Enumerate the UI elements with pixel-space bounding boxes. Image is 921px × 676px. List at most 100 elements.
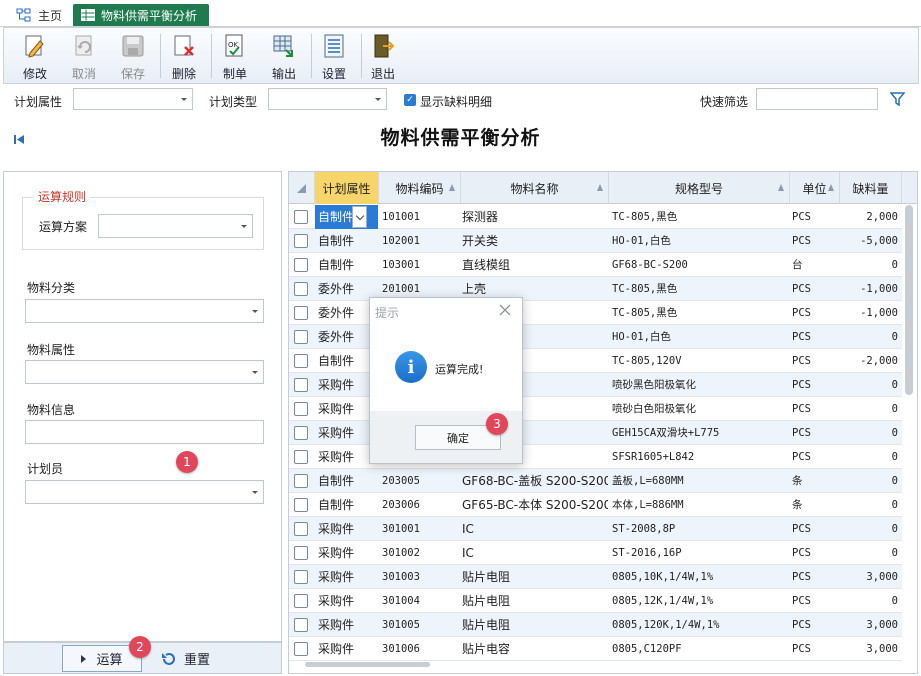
reset-button[interactable]: 重置 [160,645,230,672]
table-cell: 喷砂黑色阳极氧化 [612,379,696,391]
vertical-scrollbar[interactable] [905,205,913,395]
row-checkbox[interactable] [294,234,308,248]
sort-icon [449,184,455,191]
col-header-label: 物料编码 [395,181,444,196]
table-row[interactable]: 自制件 203005 GF68-BC-盖板 S200-S200 盖板,L=680MM 条… [289,469,902,493]
table-cell: 本体,L=886MM [612,499,684,511]
quick-filter-input[interactable] [756,88,878,110]
row-checkbox[interactable] [294,474,308,488]
table-cell: 台 [792,259,803,271]
table-row[interactable]: 自制件 102001 开关类 HO-01,白色 PCS -5,000 [289,229,902,253]
col-header-label: 物料名称 [510,181,559,196]
col-header-name[interactable]: 物料名称 [461,172,609,204]
plan-type-select[interactable] [268,88,387,110]
table-cell: TC-805,黑色 [612,283,678,295]
table-cell: 203006 [382,499,420,511]
chevron-down-icon [246,481,263,503]
row-checkbox[interactable] [294,498,308,512]
show-shortage-checkbox[interactable]: ✓ [404,94,416,106]
filter-bar: 计划属性 计划类型 ✓ 显示缺料明细 快速筛选 [3,84,919,116]
table-row[interactable]: 采购件 301001 IC ST-2008,8P PCS 0 [289,517,902,541]
row-checkbox[interactable] [294,546,308,560]
col-header-spec[interactable]: 规格型号 [609,172,790,204]
row-checkbox[interactable] [294,378,308,392]
col-header-code[interactable]: 物料编码 [379,172,461,204]
info-label: 物料信息 [27,403,76,417]
exit-button[interactable]: 退出 [359,30,407,82]
table-cell: 0805,12K,1/4W,1% [612,595,714,607]
row-checkbox[interactable] [294,330,308,344]
row-checkbox[interactable] [294,618,308,632]
row-checkbox[interactable] [294,354,308,368]
close-icon[interactable] [498,303,512,317]
table-row[interactable]: 采购件 301004 贴片电阻 0805,12K,1/4W,1% PCS 0 [289,589,902,613]
table-cell: PCS [792,619,811,631]
planner-select[interactable] [25,480,264,504]
select-all-corner[interactable] [289,172,315,204]
attr-select[interactable] [25,360,264,384]
scheme-select[interactable] [98,214,253,238]
horizontal-scrollbar[interactable] [305,662,430,667]
edit-button[interactable]: 修改 [11,30,59,82]
dialog-title: 提示 [375,306,400,320]
table-row[interactable]: 自制件 103001 直线模组 GF68-BC-S200 台 0 [289,253,902,277]
col-header-label: 计划属性 [322,181,371,196]
table-cell: 贴片电阻 [462,570,511,584]
info-input[interactable] [25,420,264,444]
table-cell: 0 [891,475,898,487]
table-row[interactable]: 采购件 301005 贴片电阻 0805,120K,1/4W,1% PCS 3,000 [289,613,902,637]
table-cell: GEH15CA双滑块+L775 [612,427,720,439]
table-cell: 采购件 [318,594,355,608]
settings-button[interactable]: 设置 [310,30,358,82]
svg-text:OK: OK [228,41,239,49]
row-checkbox[interactable] [294,594,308,608]
row-checkbox[interactable] [294,570,308,584]
row-checkbox[interactable] [294,306,308,320]
table-cell: PCS [792,283,811,295]
table-row[interactable]: 自制件 203006 GF65-BC-本体 S200-S200 本体,L=886MM 条… [289,493,902,517]
chevron-down-icon [369,89,386,109]
col-header-unit[interactable]: 单位 [790,172,840,204]
table-cell: 贴片电阻 [462,618,511,632]
col-header-plan-attr[interactable]: 计划属性 [315,172,379,204]
delete-icon [174,35,194,56]
row-checkbox[interactable] [294,210,308,224]
col-header-shortage[interactable]: 缺料量 [840,172,902,204]
table-row[interactable]: 采购件 301002 IC ST-2016,16P PCS 0 [289,541,902,565]
col-header-label: 缺料量 [852,181,889,196]
category-select[interactable] [25,299,264,323]
row-checkbox[interactable] [294,402,308,416]
table-cell: PCS [792,235,811,247]
tab-material-balance[interactable]: 物料供需平衡分析 [73,4,209,26]
table-row[interactable]: 采购件 301006 贴片电容 0805,C120PF PCS 3,000 [289,637,902,661]
row-checkbox[interactable] [294,642,308,656]
info-icon: i [395,351,427,383]
table-cell[interactable]: 自制件 [315,205,378,229]
table-icon [81,9,95,21]
cancel-button[interactable]: 取消 [60,30,108,82]
tab-home-label: 主页 [38,8,63,23]
table-cell: 0 [891,523,898,535]
table-cell: 0805,C120PF [612,643,682,655]
filter-icon[interactable] [890,92,905,106]
table-row[interactable]: 采购件 301003 贴片电阻 0805,10K,1/4W,1% PCS 3,000 [289,565,902,589]
sort-icon [778,184,784,191]
export-button[interactable]: 输出 [260,30,308,82]
plan-attr-select[interactable] [73,88,193,110]
row-checkbox[interactable] [294,450,308,464]
corner-triangle-icon [297,183,306,193]
save-button[interactable]: 保存 [109,30,157,82]
table-cell: 0 [891,379,898,391]
row-checkbox[interactable] [294,426,308,440]
delete-button[interactable]: 删除 [160,30,208,82]
table-cell: 自制件 [318,498,355,512]
row-checkbox[interactable] [294,258,308,272]
planner-label: 计划员 [27,462,64,476]
make-order-button[interactable]: OK 制单 [211,30,259,82]
tab-home[interactable]: 主页 [8,4,70,26]
table-row[interactable]: 自制件 101001 探测器 TC-805,黑色 PCS 2,000 [289,205,902,229]
row-checkbox[interactable] [294,282,308,296]
chevron-down-icon[interactable] [352,206,367,228]
table-cell: 3,000 [866,619,898,631]
row-checkbox[interactable] [294,522,308,536]
